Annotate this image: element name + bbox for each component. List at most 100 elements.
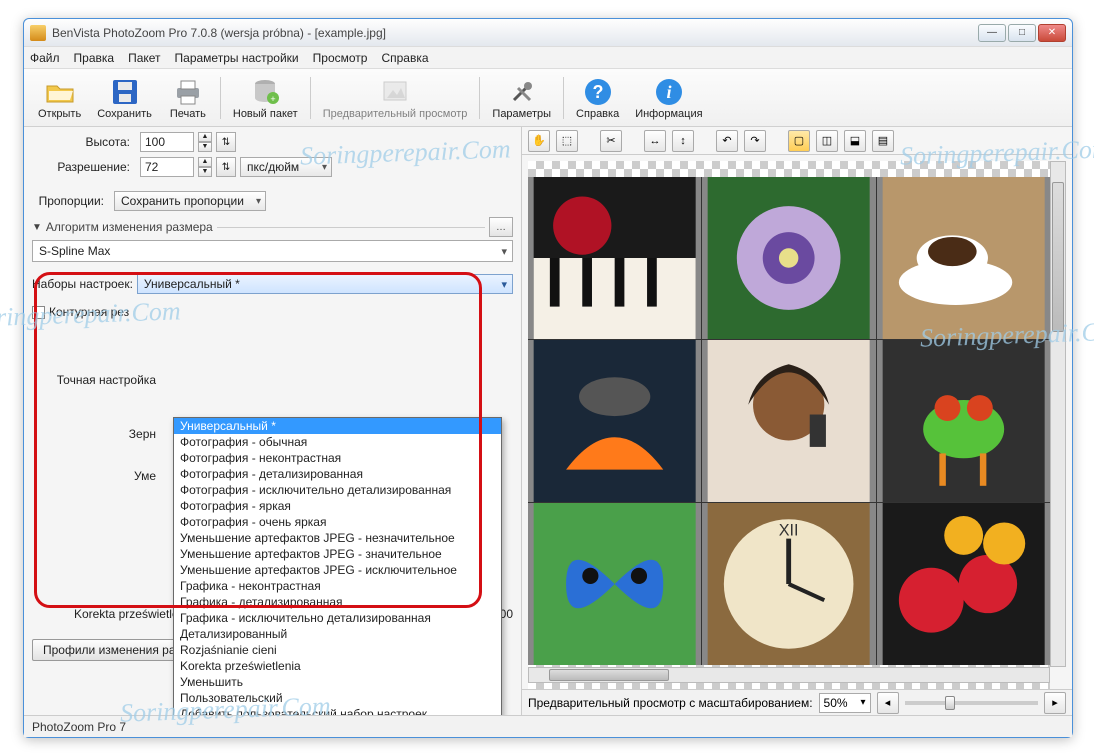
menu-help[interactable]: Справка	[381, 51, 428, 65]
presets-combo[interactable]: Универсальный *	[137, 274, 513, 294]
zoom-combo[interactable]: 50%	[819, 693, 871, 713]
preview-toolbar: ✋ ⬚ ✂ ↔ ↕ ↶ ↷ ▢ ◫ ⬓ ▤	[522, 127, 1072, 155]
preset-option[interactable]: Фотография - очень яркая	[174, 514, 501, 530]
print-button[interactable]: Печать	[160, 71, 216, 125]
preset-option[interactable]: Универсальный *	[174, 418, 501, 434]
algo-more-button[interactable]: …	[489, 217, 513, 237]
prop-combo[interactable]: Сохранить пропорции	[114, 191, 266, 211]
preset-option[interactable]: Korekta prześwietlenia	[174, 658, 501, 674]
preset-option[interactable]: Фотография - яркая	[174, 498, 501, 514]
preset-option[interactable]: Фотография - неконтрастная	[174, 450, 501, 466]
printer-icon	[172, 76, 204, 108]
rotate-ccw-button[interactable]: ↶	[716, 130, 738, 152]
presets-dropdown-list[interactable]: Универсальный *Фотография - обычнаяФотог…	[173, 417, 502, 715]
left-panel: Высота: 100 ▲▼ ⇅ Разрешение: 72 ▲▼ ⇅ пкс…	[24, 127, 522, 715]
preset-option[interactable]: Уменьшение артефактов JPEG - незначитель…	[174, 530, 501, 546]
preset-option[interactable]: Rozjaśnianie cieni	[174, 642, 501, 658]
menu-settings[interactable]: Параметры настройки	[175, 51, 299, 65]
preset-option[interactable]: Фотография - исключительно детализирован…	[174, 482, 501, 498]
zoom-label: Предварительный просмотр с масштабирован…	[528, 696, 813, 710]
height-down-button[interactable]: ▼	[198, 142, 212, 152]
height-link-button[interactable]: ⇅	[216, 132, 236, 152]
preset-option[interactable]: Детализированный	[174, 626, 501, 642]
layout-split-v-button[interactable]: ⬓	[844, 130, 866, 152]
close-button[interactable]: ✕	[1038, 24, 1066, 42]
preset-option[interactable]: Фотография - обычная	[174, 434, 501, 450]
save-button[interactable]: Сохранить	[89, 71, 160, 125]
menu-view[interactable]: Просмотр	[313, 51, 368, 65]
thumb-clock: XII	[702, 503, 875, 665]
thumb-tree-frog	[877, 340, 1050, 502]
thumb-butterfly	[528, 503, 701, 665]
res-unit-combo[interactable]: пкс/дюйм	[240, 157, 332, 177]
preset-option[interactable]: Графика - неконтрастная	[174, 578, 501, 594]
info-button[interactable]: i Информация	[627, 71, 710, 125]
zoom-slider[interactable]	[905, 701, 1038, 705]
scrollbar-horizontal[interactable]	[528, 667, 1050, 683]
prop-label: Пропорции:	[32, 194, 110, 208]
crop-tool-button[interactable]: ✂	[600, 130, 622, 152]
pan-tool-button[interactable]: ✋	[528, 130, 550, 152]
help-button[interactable]: ? Справка	[568, 71, 627, 125]
svg-text:?: ?	[592, 82, 603, 102]
flip-v-button[interactable]: ↕	[672, 130, 694, 152]
res-up-button[interactable]: ▲	[198, 157, 212, 167]
preset-option[interactable]: Уменьшение артефактов JPEG - значительно…	[174, 546, 501, 562]
titlebar: BenVista PhotoZoom Pro 7.0.8 (wersja pró…	[24, 19, 1072, 47]
zoom-prev-button[interactable]: ◂	[877, 692, 899, 714]
algo-section-header[interactable]: ▼ Алгоритм изменения размера …	[32, 217, 513, 237]
params-button[interactable]: Параметры	[484, 71, 559, 125]
newbatch-button[interactable]: + Новый пакет	[225, 71, 306, 125]
app-window: BenVista PhotoZoom Pro 7.0.8 (wersja pró…	[23, 18, 1073, 738]
height-up-button[interactable]: ▲	[198, 132, 212, 142]
thumb-coffee-cup	[877, 177, 1050, 339]
layout-split-h-button[interactable]: ◫	[816, 130, 838, 152]
menu-batch[interactable]: Пакет	[128, 51, 160, 65]
folder-open-icon	[44, 76, 76, 108]
thumb-strawberries	[877, 503, 1050, 665]
preset-option[interactable]: Добавить пользовательский набор настроек…	[174, 706, 501, 715]
maximize-button[interactable]: □	[1008, 24, 1036, 42]
preset-option[interactable]: Уменьшить	[174, 674, 501, 690]
presets-label: Наборы настроек:	[32, 277, 133, 291]
layout-single-button[interactable]: ▢	[788, 130, 810, 152]
scrollbar-vertical[interactable]	[1050, 161, 1066, 667]
preset-option[interactable]: Графика - исключительно детализированная	[174, 610, 501, 626]
minimize-button[interactable]: —	[978, 24, 1006, 42]
height-input[interactable]: 100	[140, 132, 194, 152]
preset-option[interactable]: Графика - детализированная	[174, 594, 501, 610]
zoom-next-button[interactable]: ▸	[1044, 692, 1066, 714]
open-button[interactable]: Открыть	[30, 71, 89, 125]
help-icon: ?	[582, 76, 614, 108]
preview-area[interactable]: XII	[522, 155, 1072, 689]
floppy-icon	[109, 76, 141, 108]
checkerboard-top	[528, 161, 1050, 177]
thumb-campfire-pot	[528, 340, 701, 502]
svg-text:+: +	[271, 94, 276, 104]
menu-file[interactable]: Файл	[30, 51, 60, 65]
thumb-passionflower	[702, 177, 875, 339]
main-toolbar: Открыть Сохранить Печать + Новый пакет П…	[24, 69, 1072, 127]
thumb-woman-phone	[702, 340, 875, 502]
menu-edit[interactable]: Правка	[74, 51, 115, 65]
layout-grid-button[interactable]: ▤	[872, 130, 894, 152]
preview-button[interactable]: Предварительный просмотр	[315, 71, 476, 125]
right-panel: ✋ ⬚ ✂ ↔ ↕ ↶ ↷ ▢ ◫ ⬓ ▤	[522, 127, 1072, 715]
flip-h-button[interactable]: ↔	[644, 130, 666, 152]
res-down-button[interactable]: ▼	[198, 167, 212, 177]
zoom-bar: Предварительный просмотр с масштабирован…	[522, 689, 1072, 715]
rotate-cw-button[interactable]: ↷	[744, 130, 766, 152]
res-input[interactable]: 72	[140, 157, 194, 177]
reduce-label: Уме	[32, 469, 162, 483]
contour-checkbox[interactable]	[32, 306, 45, 319]
tools-icon	[506, 76, 538, 108]
status-text: PhotoZoom Pro 7	[32, 720, 126, 734]
contour-label: Контурная рез	[49, 305, 129, 319]
marquee-tool-button[interactable]: ⬚	[556, 130, 578, 152]
algo-combo[interactable]: S-Spline Max	[32, 240, 513, 262]
preset-option[interactable]: Уменьшение артефактов JPEG - исключитель…	[174, 562, 501, 578]
res-link-button[interactable]: ⇅	[216, 157, 236, 177]
preset-option[interactable]: Пользовательский	[174, 690, 501, 706]
height-label: Высота:	[32, 135, 136, 149]
preset-option[interactable]: Фотография - детализированная	[174, 466, 501, 482]
